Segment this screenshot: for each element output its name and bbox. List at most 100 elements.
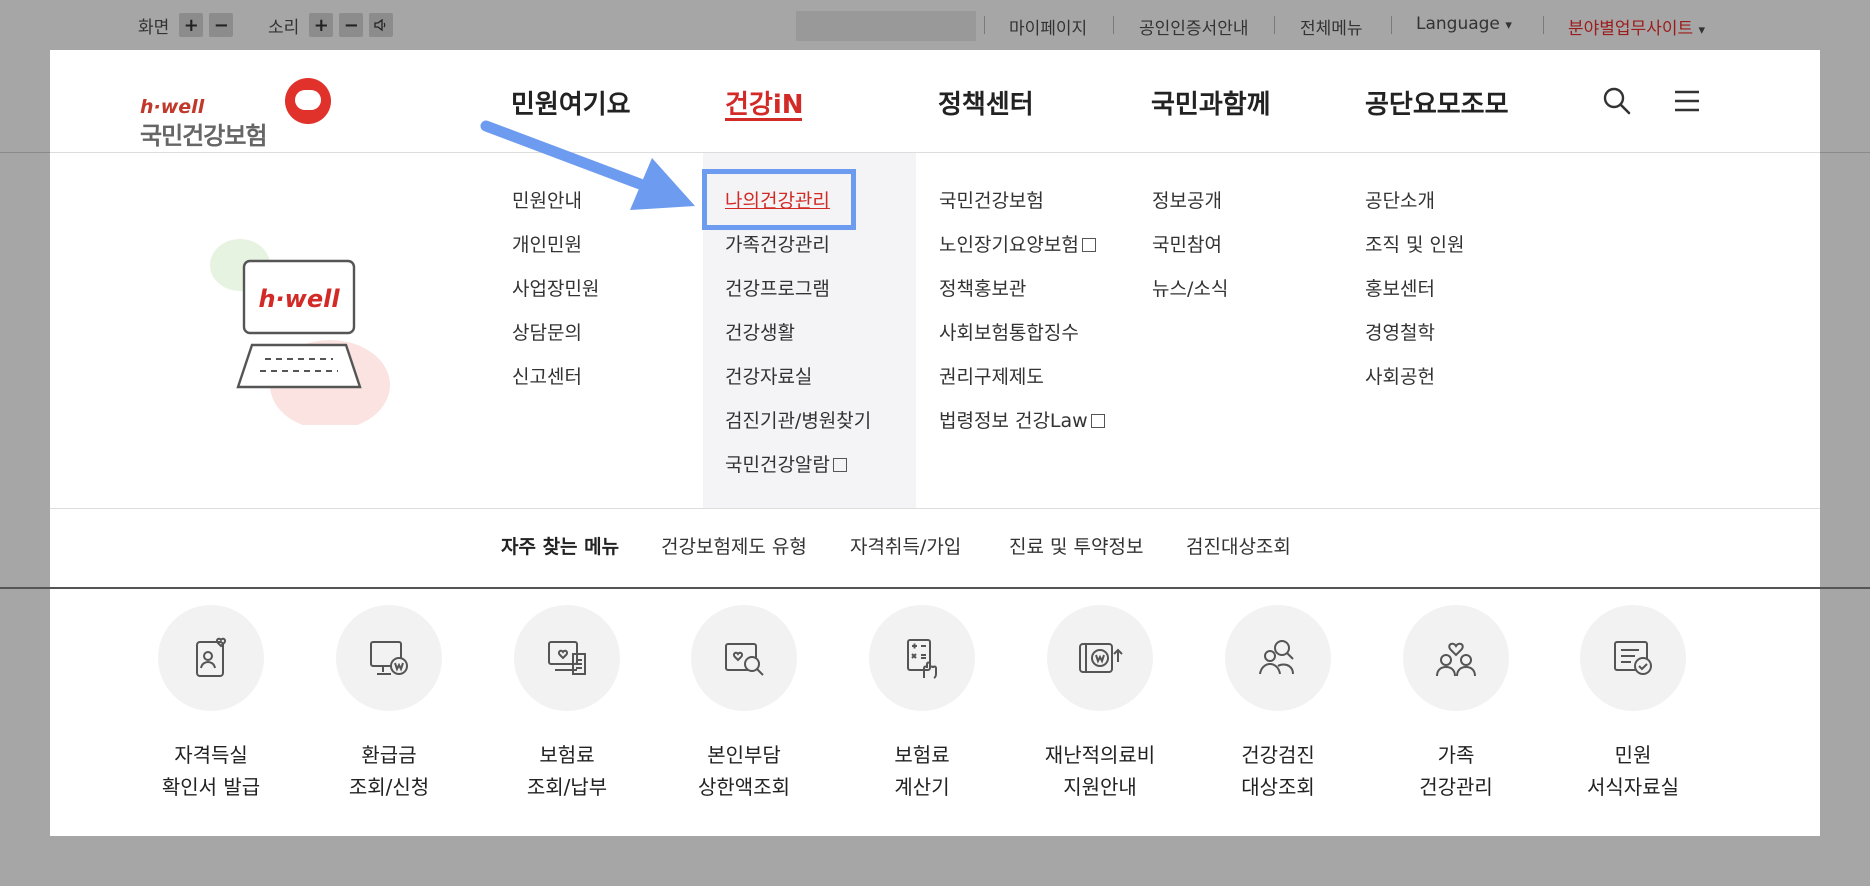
service-refund[interactable]: 환급금 조회/신청: [304, 605, 474, 803]
frequent-menu-bottom-line: [0, 587, 1870, 589]
utility-bar: 화면 + − 소리 + − 마이페이지 공인인증서안내 전체메뉴 Languag…: [0, 0, 1870, 50]
service-qualification-certificate[interactable]: 자격득실확인서 발급: [126, 605, 296, 803]
service-health-checkup-target[interactable]: 건강검진대상조회: [1193, 605, 1363, 803]
gnb-active-underline: [725, 118, 802, 121]
speaker-icon[interactable]: [369, 13, 394, 37]
menu-item[interactable]: 정보공개: [1152, 186, 1228, 230]
logo-badge-icon: [285, 78, 331, 124]
illustration-hwell-text: h·well: [258, 285, 340, 313]
wallet-won-up-icon: [1047, 605, 1153, 711]
certificate-guide-link[interactable]: 공인인증서안내: [1139, 14, 1248, 39]
menu-item[interactable]: 건강프로그램: [725, 274, 871, 318]
all-menu-link[interactable]: 전체메뉴: [1300, 14, 1363, 39]
menu-item[interactable]: 상담문의: [512, 318, 599, 362]
mypage-link[interactable]: 마이페이지: [1009, 14, 1087, 39]
menu-item[interactable]: 뉴스/소식: [1152, 274, 1228, 318]
service-civil-forms[interactable]: 민원서식자료실: [1548, 605, 1718, 803]
header-divider: [50, 152, 1820, 153]
menu-item-label: 국민건강알람: [725, 454, 830, 476]
menu-item[interactable]: 신고센터: [512, 362, 599, 406]
calculator-hand-icon: [869, 605, 975, 711]
service-label: 본인부담: [707, 743, 781, 767]
top-search-box[interactable]: [796, 11, 976, 41]
service-label: 확인서 발급: [161, 775, 261, 799]
menu-column-with-people: 정보공개 국민참여 뉴스/소식: [1152, 186, 1228, 318]
logo-name: 국민건강보험: [140, 122, 267, 150]
menu-item-label: 법령정보 건강Law: [939, 410, 1088, 432]
frequent-menu-item[interactable]: 건강보험제도 유형: [661, 532, 807, 559]
gnb-about-nhis[interactable]: 공단요모조모: [1365, 84, 1509, 121]
menu-item[interactable]: 홍보센터: [1365, 274, 1464, 318]
menu-item-external[interactable]: 노인장기요양보험: [939, 230, 1105, 274]
menu-item[interactable]: 사업장민원: [512, 274, 599, 318]
service-label: 서식자료실: [1587, 775, 1679, 799]
service-family-health[interactable]: 가족건강관리: [1371, 605, 1541, 803]
service-premium-payment[interactable]: 보험료조회/납부: [482, 605, 652, 803]
menu-item[interactable]: 권리구제제도: [939, 362, 1105, 406]
chevron-down-icon: ▾: [1505, 18, 1512, 33]
menu-item[interactable]: 가족건강관리: [725, 230, 871, 274]
frequent-menu-item[interactable]: 자격취득/가입: [850, 532, 961, 559]
menu-item-external[interactable]: 국민건강알람: [725, 450, 871, 494]
service-label: 조회/신청: [348, 775, 430, 799]
menu-item-label: 노인장기요양보험: [939, 234, 1079, 256]
monitor-won-icon: [336, 605, 442, 711]
service-label: 민원: [1614, 743, 1652, 767]
pointer-arrow-icon: [480, 120, 695, 210]
screen-zoom-label: 화면: [138, 17, 170, 38]
zoom-out-button[interactable]: −: [209, 13, 234, 37]
screen-zoom-control: 화면 + −: [138, 0, 239, 50]
menu-item[interactable]: 개인민원: [512, 230, 599, 274]
external-link-icon: [832, 458, 847, 472]
service-label: 건강검진: [1241, 743, 1315, 767]
frequent-menu-item[interactable]: 검진대상조회: [1186, 532, 1291, 559]
field-sites-dropdown[interactable]: 분야별업무사이트 ▾: [1568, 14, 1705, 39]
menu-item[interactable]: 국민참여: [1152, 230, 1228, 274]
service-label: 조회/납부: [526, 775, 608, 799]
menu-item[interactable]: 사회보험통합징수: [939, 318, 1105, 362]
gnb-health-in[interactable]: 건강iN: [725, 84, 804, 121]
divider: [1391, 16, 1392, 34]
nhis-logo[interactable]: h·well 국민건강보험: [140, 64, 340, 150]
volume-down-button[interactable]: −: [339, 13, 364, 37]
hamburger-menu-icon[interactable]: [1672, 86, 1702, 116]
gnb-with-people[interactable]: 국민과함께: [1151, 84, 1271, 121]
service-label: 보험료: [539, 743, 595, 767]
highlight-box: [702, 169, 856, 230]
menu-item[interactable]: 경영철학: [1365, 318, 1464, 362]
gnb-civil-service[interactable]: 민원여기요: [511, 84, 631, 121]
service-label: 재난적의료비: [1044, 743, 1156, 767]
language-dropdown[interactable]: Language ▾: [1416, 14, 1512, 34]
zoom-in-button[interactable]: +: [179, 13, 204, 37]
menu-item[interactable]: 건강생활: [725, 318, 871, 362]
people-search-icon: [1225, 605, 1331, 711]
menu-column-about: 공단소개 조직 및 인원 홍보센터 경영철학 사회공헌: [1365, 186, 1464, 406]
person-card-heart-icon: [158, 605, 264, 711]
menu-column-policy: 국민건강보험 노인장기요양보험 정책홍보관 사회보험통합징수 권리구제제도 법령…: [939, 186, 1105, 450]
service-label: 대상조회: [1241, 775, 1315, 799]
divider: [1274, 16, 1275, 34]
divider: [1543, 16, 1544, 34]
service-premium-calculator[interactable]: 보험료 계산기: [837, 605, 1007, 803]
frequent-menu-divider: [50, 508, 1820, 509]
service-catastrophic-medical-support[interactable]: 재난적의료비 지원안내: [1015, 605, 1185, 803]
service-label: 자격득실: [174, 743, 248, 767]
search-icon[interactable]: [1602, 86, 1632, 116]
volume-up-button[interactable]: +: [309, 13, 334, 37]
service-copay-ceiling[interactable]: 본인부담 상한액조회: [659, 605, 829, 803]
service-label: 건강관리: [1419, 775, 1493, 799]
menu-item[interactable]: 정책홍보관: [939, 274, 1105, 318]
frequent-menu-item[interactable]: 진료 및 투약정보: [1009, 532, 1143, 559]
menu-item[interactable]: 공단소개: [1365, 186, 1464, 230]
menu-item[interactable]: 사회공헌: [1365, 362, 1464, 406]
menu-item[interactable]: 조직 및 인원: [1365, 230, 1464, 274]
menu-item[interactable]: 건강자료실: [725, 362, 871, 406]
card-search-icon: [691, 605, 797, 711]
menu-item[interactable]: 검진기관/병원찾기: [725, 406, 871, 450]
document-check-icon: [1580, 605, 1686, 711]
menu-item[interactable]: 국민건강보험: [939, 186, 1105, 230]
menu-item-external[interactable]: 법령정보 건강Law: [939, 406, 1105, 450]
language-label: Language: [1416, 14, 1500, 34]
service-label: 가족: [1437, 743, 1475, 767]
gnb-policy-center[interactable]: 정책센터: [938, 84, 1034, 121]
